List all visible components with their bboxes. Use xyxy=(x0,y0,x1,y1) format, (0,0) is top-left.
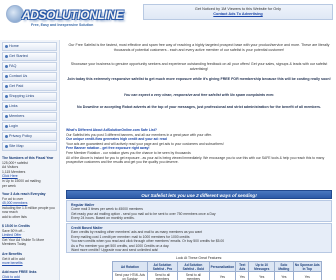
sidebar-item-privacy[interactable]: Privacy Policy xyxy=(2,132,57,141)
sidebar-item-home[interactable]: Home xyxy=(2,42,57,51)
sidebar-item-label: Privacy Policy xyxy=(9,134,32,138)
option-line: Want more credits? Upgrade now and send … xyxy=(71,248,159,253)
table-cell: Send to all members xyxy=(177,271,210,280)
sidebar-stats-line: per week xyxy=(2,183,16,188)
bullet-icon xyxy=(4,105,8,108)
sidebar-item-contact[interactable]: Contact Us xyxy=(2,72,57,81)
table-header-cell: Ad Solution Safelist - Pro xyxy=(146,261,179,272)
table-cell: Yes xyxy=(235,271,250,280)
bullet-icon xyxy=(4,45,8,48)
table-cell: Yes xyxy=(292,271,323,280)
table-header-row: Ad Rotation Ad Solution Safelist - Pro A… xyxy=(112,261,323,272)
join-paragraph: Join today this extremely responsive saf… xyxy=(67,77,331,81)
features-table: Ad Rotation Ad Solution Safelist - Pro A… xyxy=(112,261,323,280)
sidebar-item-members[interactable]: Members xyxy=(2,112,57,121)
bullet-icon xyxy=(4,85,8,88)
bullet-icon xyxy=(4,125,8,128)
sidebar-item-label: Links xyxy=(9,104,18,108)
sidebar-benefits-block: Are Benefits Get it all in add more bene… xyxy=(2,252,58,266)
table-header-cell: Ad Rotation xyxy=(112,261,148,272)
sidebar-add-link[interactable]: Click to add xyxy=(2,275,58,280)
sidebar-credits-line: Get Your Ad Visible To More Members Toda… xyxy=(2,237,45,247)
sidebar-item-site-map[interactable]: Site Map xyxy=(2,142,57,151)
table-row: Send your HTML Ads on Sunday Send to all… xyxy=(112,271,323,280)
page-header: ADSOLUTIONLINE Free, Easy and Inexpensiv… xyxy=(0,0,336,38)
table-header-cell: Up to 10 Messages xyxy=(248,261,276,272)
sidebar-item-label: Get Paid xyxy=(9,84,24,88)
table-cell: Send to all members xyxy=(146,271,179,280)
table-header-cell: Personalization xyxy=(208,261,237,272)
table-header-cell: No Sponsor Ads In Top xyxy=(292,261,323,272)
sidebar-item-shopping-links[interactable]: Shopping Links xyxy=(2,92,57,101)
sidebar-item-login[interactable]: Login xyxy=(2,122,57,131)
bullet-icon xyxy=(4,145,8,148)
sidebar-stats-block: The Numbers of this Fiscal Year 125,000+… xyxy=(2,156,58,188)
table-header-cell: Solo Mailing xyxy=(274,261,294,272)
downline-paragraph: No Downline or accepting Robot adverts a… xyxy=(76,105,321,109)
sidebar-item-label: Login xyxy=(9,124,19,128)
sidebar-item-label: Get Started xyxy=(9,54,28,58)
header-banner: Get Noticed by 1M Viewers to this Websit… xyxy=(143,4,333,20)
bullet-icon xyxy=(4,65,8,68)
site-logo[interactable]: ADSOLUTIONLINE Free, Easy and Inexpensiv… xyxy=(6,3,123,33)
sidebar-reach-line: add to other lists xyxy=(2,214,27,219)
showcase-paragraph: Showcase your business to genuine opport… xyxy=(70,62,328,71)
main-content: Our Free Safelist is the fastest, most e… xyxy=(66,40,332,280)
table-cell: Yes xyxy=(208,271,237,280)
sidebar-nav: Home Get Started FAQ Contact Us Get Paid… xyxy=(0,40,59,151)
bullet-icon xyxy=(4,75,8,78)
table-header-cell: Ad Solution Safelist - Gold xyxy=(177,261,210,272)
banner-link[interactable]: Contact Ads To Advertising xyxy=(213,12,262,16)
bullet-icon xyxy=(4,55,8,58)
credit-mailer-box: Credit Based Mailer Earn credits by read… xyxy=(66,223,332,253)
sidebar-item-label: Contact Us xyxy=(9,74,28,78)
table-header-cell: Text Ads xyxy=(235,261,250,272)
sending-options-bar: Our Safelist lets you use 2 different wa… xyxy=(66,190,332,199)
logo-tagline: Free, Easy and Inexpensive Solution xyxy=(31,23,94,27)
differences-line: All of the Above is instant for you to g… xyxy=(66,155,325,165)
sidebar-item-label: Home xyxy=(9,44,19,48)
regular-mailer-box: Regular Mailer Come mail 3 times per wee… xyxy=(66,200,332,222)
table-cell: Yes xyxy=(274,271,294,280)
sidebar-item-label: Site Map xyxy=(9,144,24,148)
bullet-icon xyxy=(4,95,8,98)
intro-paragraph: Our Free Safelist is the fastest, most e… xyxy=(68,43,330,52)
differences-section: What's Different About AdSolutionOnline.… xyxy=(66,128,332,165)
table-cell: Send your HTML Ads on Sunday xyxy=(112,271,148,280)
sidebar-reach-block: Your 3 Ads reach Everyday For ad to over… xyxy=(2,192,58,220)
sidebar-item-faq[interactable]: FAQ xyxy=(2,62,57,71)
expect-paragraph: You can expect a very clean, responsive … xyxy=(123,93,275,97)
sidebar-credits-block: $ 15.00 in Credits Save 50% off... Limit… xyxy=(2,224,58,247)
option-line: Every 24 hours. Based on monthly credits… xyxy=(71,216,135,221)
table-cell: Yes xyxy=(248,271,276,280)
sidebar-reach-line: including the 1.5 million people you now… xyxy=(2,205,55,215)
sidebar-item-get-paid[interactable]: Get Paid xyxy=(2,82,57,91)
sidebar: Home Get Started FAQ Contact Us Get Paid… xyxy=(0,40,60,280)
sidebar-item-label: FAQ xyxy=(9,64,17,68)
sidebar-item-get-started[interactable]: Get Started xyxy=(2,52,57,61)
bullet-icon xyxy=(4,135,8,138)
sidebar-links-block: Add more FREE links Click to add xyxy=(2,270,58,279)
bullet-icon xyxy=(4,115,8,118)
features-caption: Look At These Great Features: xyxy=(175,256,223,260)
sidebar-stats-heading: The Numbers of this Fiscal Year xyxy=(2,156,54,160)
logo-text: ADSOLUTIONLINE xyxy=(22,8,124,22)
sidebar-item-links[interactable]: Links xyxy=(2,102,57,111)
sidebar-item-label: Members xyxy=(9,114,25,118)
sidebar-benefits-link[interactable]: more benefits xyxy=(2,261,58,266)
sidebar-item-label: Shopping Links xyxy=(9,94,35,98)
